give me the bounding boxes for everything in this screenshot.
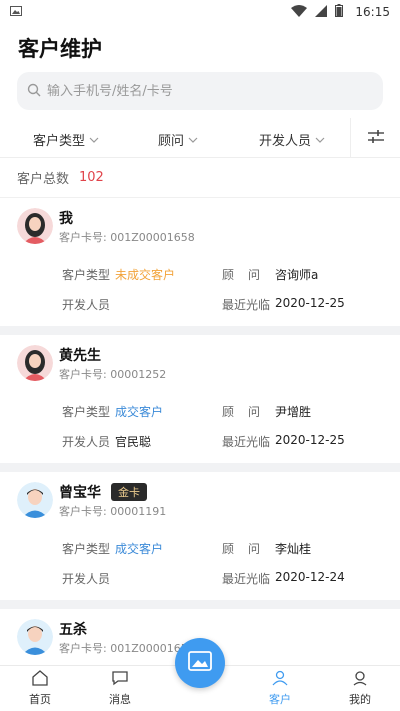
customer-card[interactable]: 我 客户卡号: 001Z00001658 客户类型 未成交客户 顾问 咨询师a …: [0, 198, 400, 335]
tab-profile[interactable]: 我的: [330, 670, 390, 707]
advisor-label: 顾问: [222, 405, 275, 419]
tab-label: 我的: [349, 693, 371, 706]
customer-icon: [271, 670, 289, 689]
filter-bar: 客户类型 顾问 开发人员: [0, 118, 400, 158]
wifi-icon: [291, 4, 308, 20]
filter-customer-type[interactable]: 客户类型: [33, 130, 99, 149]
avatar-female-icon: [17, 345, 53, 381]
tab-messages[interactable]: 消息: [90, 670, 150, 707]
tab-customers[interactable]: 客户: [250, 670, 310, 707]
status-bar: 16:15: [0, 0, 400, 24]
developer-value: 官民聪: [115, 435, 152, 449]
customer-card-number: 客户卡号: 001Z00001657: [59, 642, 195, 655]
customer-card[interactable]: 曾宝华 金卡 客户卡号: 00001191 客户类型 成交客户 顾问 李灿桂 开…: [0, 472, 400, 609]
advisor-label: 顾问: [222, 542, 275, 556]
developer-label: 开发人员: [62, 435, 111, 449]
tab-label: 消息: [109, 693, 131, 706]
customer-name: 五杀: [59, 622, 87, 638]
floating-action-button[interactable]: [175, 638, 225, 688]
avatar-male-icon: [17, 482, 53, 518]
clock: 16:15: [355, 5, 390, 19]
chevron-down-icon: [89, 132, 99, 147]
chevron-down-icon: [188, 132, 198, 147]
image-icon: [188, 651, 212, 675]
search-input[interactable]: [47, 83, 347, 99]
advisor-value: 咨询师a: [275, 268, 319, 282]
signal-icon: [315, 4, 328, 20]
customer-name: 曾宝华: [59, 485, 101, 501]
developer-label: 开发人员: [62, 298, 111, 312]
card-divider: [0, 600, 400, 609]
message-icon: [111, 670, 129, 689]
filter-label: 顾问: [158, 134, 185, 149]
advisor-value: 尹增胜: [275, 405, 312, 419]
card-divider: [0, 326, 400, 335]
last-visit-value: 2020-12-25: [275, 296, 345, 310]
filter-label: 开发人员: [259, 134, 312, 149]
customer-total: 客户总数 102: [0, 158, 400, 198]
filter-settings-button[interactable]: [350, 118, 400, 158]
filter-advisor[interactable]: 顾问: [158, 130, 198, 149]
developer-label: 开发人员: [62, 572, 111, 586]
tab-label: 首页: [29, 693, 51, 706]
total-label: 客户总数: [17, 172, 70, 187]
customer-card[interactable]: 黄先生 客户卡号: 00001252 客户类型 成交客户 顾问 尹增胜 开发人员…: [0, 335, 400, 472]
avatar-female-icon: [17, 208, 53, 244]
customer-type: 成交客户: [115, 542, 164, 556]
type-label: 客户类型: [62, 268, 111, 282]
advisor-label: 顾问: [222, 268, 275, 282]
total-count: 102: [79, 170, 104, 185]
last-visit-value: 2020-12-24: [275, 570, 345, 584]
membership-badge: 金卡: [111, 483, 147, 501]
type-label: 客户类型: [62, 542, 111, 556]
filter-developer[interactable]: 开发人员: [259, 130, 325, 149]
customer-card-number: 客户卡号: 00001252: [59, 368, 167, 381]
tab-label: 客户: [269, 693, 291, 706]
customer-type: 成交客户: [115, 405, 164, 419]
card-divider: [0, 463, 400, 472]
type-label: 客户类型: [62, 405, 111, 419]
chevron-down-icon: [315, 132, 325, 147]
sliders-icon: [367, 129, 384, 148]
avatar-male-icon: [17, 619, 53, 655]
last-visit-label: 最近光临: [222, 572, 271, 586]
last-visit-value: 2020-12-25: [275, 433, 345, 447]
customer-name: 黄先生: [59, 348, 101, 364]
profile-icon: [351, 670, 369, 689]
battery-icon: [335, 4, 344, 20]
last-visit-label: 最近光临: [222, 298, 271, 312]
filter-label: 客户类型: [33, 134, 86, 149]
customer-name: 我: [59, 211, 73, 227]
search-box[interactable]: [17, 72, 383, 110]
customer-type: 未成交客户: [115, 268, 176, 282]
home-icon: [31, 670, 49, 689]
tab-home[interactable]: 首页: [10, 670, 70, 707]
advisor-value: 李灿桂: [275, 542, 312, 556]
page-title: 客户维护: [18, 37, 102, 61]
customer-card-number: 客户卡号: 001Z00001658: [59, 231, 195, 244]
last-visit-label: 最近光临: [222, 435, 271, 449]
search-icon: [27, 82, 41, 101]
image-notification-icon: [10, 5, 22, 19]
customer-card-number: 客户卡号: 00001191: [59, 505, 167, 518]
